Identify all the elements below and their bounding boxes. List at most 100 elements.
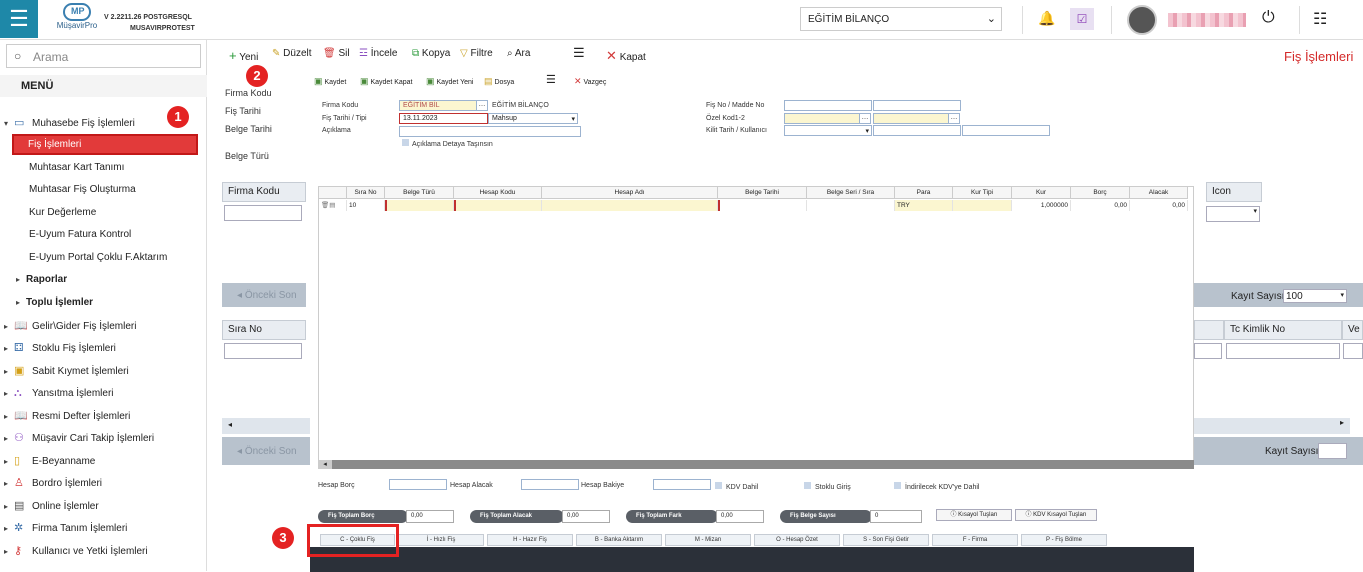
kilit-tarih-select[interactable]: ▾	[784, 125, 872, 136]
shortcut-banka-aktarim[interactable]: B - Banka Aktarım	[576, 534, 662, 546]
filter-button[interactable]: ▽ Filtre	[460, 48, 493, 59]
modal-more-icon[interactable]: ☰	[546, 73, 556, 86]
aciklama-input[interactable]	[399, 126, 581, 137]
sidebar-item-euyum-fatura[interactable]: E-Uyum Fatura Kontrol	[29, 226, 131, 244]
sidebar-item-muhtasar-kart[interactable]: Muhtasar Kart Tanımı	[29, 159, 124, 177]
sidebar-item-muhasebe[interactable]: ▾ ▭ Muhasebe Fiş İşlemleri	[4, 114, 135, 132]
shortcut-hesap-ozet[interactable]: O - Hesap Özet	[754, 534, 840, 546]
sidebar-item-yansitma[interactable]: ▸ ⛬ Yansıtma İşlemleri	[4, 384, 114, 402]
modal-cancel-button[interactable]: ✕ Vazgeç	[574, 76, 606, 87]
delete-button[interactable]: 🗑 Sil	[323, 48, 350, 59]
grid-horizontal-scrollbar[interactable]: ◂	[318, 460, 1194, 469]
shortcut-fis-bolme[interactable]: P - Fiş Bölme	[1021, 534, 1107, 546]
cell-sira-no[interactable]: 10	[347, 200, 385, 211]
bg-col-tc-kimlik[interactable]: Tc Kimlik No	[1224, 320, 1342, 340]
sidebar-item-kur-degerleme[interactable]: Kur Değerleme	[29, 204, 96, 222]
sidebar-item-sabit-kiymet[interactable]: ▸ ▣ Sabit Kıymet İşlemleri	[4, 362, 129, 380]
kdv-dahil-checkbox[interactable]: KDV Dahil	[715, 482, 758, 491]
shortcut-son-fisi-getir[interactable]: S - Son Fişi Getir	[843, 534, 929, 546]
cell-belge-turu[interactable]	[385, 200, 454, 211]
cell-belge-seri[interactable]	[807, 200, 895, 211]
new-button[interactable]: + Yeni	[229, 48, 258, 63]
sidebar-item-euyum-portal[interactable]: E-Uyum Portal Çoklu F.Aktarım	[29, 249, 167, 267]
sidebar-item-musavir-cari[interactable]: ▸ ⚇ Müşavir Cari Takip İşlemleri	[4, 429, 154, 447]
kdv-kisayol-tuslari-button[interactable]: ⓘ KDV Kısayol Tuşları	[1015, 509, 1097, 521]
copy-button[interactable]: ⧉ Kopya	[412, 48, 450, 59]
search-input[interactable]: ○ Arama	[6, 44, 201, 68]
edit-button[interactable]: ✎ Düzelt	[272, 48, 312, 59]
fis-tarihi-input[interactable]: 13.11.2023	[399, 113, 488, 124]
bg-icon-filter-select[interactable]: ▾	[1206, 206, 1260, 222]
settings-sliders-icon[interactable]: ☷	[1313, 9, 1327, 29]
firma-kodu-lookup-button[interactable]: …	[476, 100, 488, 111]
sidebar-item-e-beyanname[interactable]: ▸ ▯ E-Beyanname	[4, 452, 95, 470]
grid-header-actions[interactable]	[319, 187, 347, 199]
sidebar-item-truncated[interactable]: ▸▬	[4, 564, 32, 571]
cell-belge-tarihi[interactable]	[718, 200, 807, 211]
fis-tipi-select[interactable]: Mahsup ▾	[488, 113, 578, 124]
kilit-kullanici-input[interactable]	[962, 125, 1050, 136]
avatar[interactable]	[1127, 5, 1157, 35]
bg-filter-firma-kodu[interactable]	[224, 205, 302, 221]
more-menu-icon[interactable]: ☰	[573, 45, 585, 61]
bg-prev-button-2[interactable]: ◂ Önceki Son	[237, 446, 297, 457]
cell-kur-tipi[interactable]	[953, 200, 1012, 211]
close-button[interactable]: ✕ Kapat	[606, 48, 646, 64]
bell-icon[interactable]: 🔔	[1038, 10, 1055, 27]
indirilecek-kdv-checkbox[interactable]: İndirilecek KDV'ye Dahil	[894, 482, 979, 491]
cell-para[interactable]: TRY	[895, 200, 953, 211]
sidebar-item-stoklu-fis[interactable]: ▸ ⚃ Stoklu Fiş İşlemleri	[4, 339, 116, 357]
kilit-input-2[interactable]	[873, 125, 961, 136]
grid-header-belge-seri[interactable]: Belge Seri / Sıra	[807, 187, 895, 199]
sidebar-item-online[interactable]: ▸ ▤ Online İşlemler	[4, 497, 99, 515]
cell-hesap-adi[interactable]	[542, 200, 718, 211]
modal-file-button[interactable]: ▤ Dosya	[484, 76, 514, 87]
grid-header-para[interactable]: Para	[895, 187, 953, 199]
shortcut-hazir-fis[interactable]: H - Hazır Fiş	[487, 534, 573, 546]
search-button[interactable]: ⌕ Ara	[507, 48, 530, 59]
grid-header-belge-turu[interactable]: Belge Türü	[385, 187, 454, 199]
ozel-kod1-input[interactable]	[784, 113, 860, 124]
grid-header-kur-tipi[interactable]: Kur Tipi	[953, 187, 1012, 199]
cell-hesap-kodu[interactable]	[454, 200, 542, 211]
shortcut-hizli-fis[interactable]: İ - Hızlı Fiş	[398, 534, 484, 546]
aciklama-detaya-checkbox[interactable]: Açıklama Detaya Taşınsın	[402, 139, 493, 148]
bg-filter-blank[interactable]	[1194, 343, 1222, 359]
inspect-button[interactable]: ☲ İncele	[359, 48, 397, 59]
bg-record-count-input-2[interactable]	[1318, 443, 1347, 459]
grid-header-hesap-adi[interactable]: Hesap Adı	[542, 187, 718, 199]
sidebar-item-toplu-islemler[interactable]: ▸ Toplu İşlemler	[16, 294, 93, 312]
shortcut-firma[interactable]: F - Firma	[932, 534, 1018, 546]
task-list-icon[interactable]: ☑	[1070, 8, 1094, 30]
firma-kodu-input[interactable]: EĞİTİM BİL	[399, 100, 477, 111]
bg-col-ve[interactable]: Ve	[1342, 320, 1363, 340]
sidebar-item-muhtasar-fis[interactable]: Muhtasar Fiş Oluşturma	[29, 181, 136, 199]
fis-no-input[interactable]	[784, 100, 872, 111]
bg-filter-tc-kimlik[interactable]	[1226, 343, 1340, 359]
ozel-kod2-input[interactable]	[873, 113, 949, 124]
bg-col-blank[interactable]	[1194, 320, 1224, 340]
sidebar-item-gelir-gider[interactable]: ▸ 📖 Gelir\Gider Fiş İşlemleri	[4, 317, 136, 335]
modal-save-button[interactable]: ▣ Kaydet	[314, 76, 346, 87]
cell-kur[interactable]: 1,000000	[1012, 200, 1071, 211]
bg-filter-sira-no[interactable]	[224, 343, 302, 359]
hamburger-menu-icon[interactable]: ☰	[0, 0, 38, 38]
bg-hscroll-left[interactable]: ◂	[222, 418, 310, 434]
sidebar-item-kullanici-yetki[interactable]: ▸ ⚷ Kullanıcı ve Yetki İşlemleri	[4, 542, 148, 560]
madde-no-input[interactable]	[873, 100, 961, 111]
shortcut-mizan[interactable]: M - Mizan	[665, 534, 751, 546]
sidebar-item-fis-islemleri[interactable]: Fiş İşlemleri	[12, 134, 198, 155]
company-select[interactable]: EĞİTİM BİLANÇO ⌄	[800, 7, 1002, 31]
grid-header-belge-tarihi[interactable]: Belge Tarihi	[718, 187, 807, 199]
ozel-kod1-lookup[interactable]: …	[859, 113, 871, 124]
sidebar-item-raporlar[interactable]: ▸ Raporlar	[16, 271, 67, 289]
modal-save-close-button[interactable]: ▣ Kaydet Kapat	[360, 76, 413, 87]
bg-col-icon[interactable]: Icon	[1206, 182, 1262, 202]
record-count-select[interactable]: 100 ▾	[1283, 289, 1347, 303]
row-actions[interactable]: 🗑▤	[319, 200, 347, 211]
sidebar-item-firma-tanim[interactable]: ▸ ✲ Firma Tanım İşlemleri	[4, 519, 127, 537]
grid-header-hesap-kodu[interactable]: Hesap Kodu	[454, 187, 542, 199]
modal-save-new-button[interactable]: ▣ Kaydet Yeni	[426, 76, 473, 87]
grid-header-alacak[interactable]: Alacak	[1130, 187, 1188, 199]
grid-header-borc[interactable]: Borç	[1071, 187, 1130, 199]
